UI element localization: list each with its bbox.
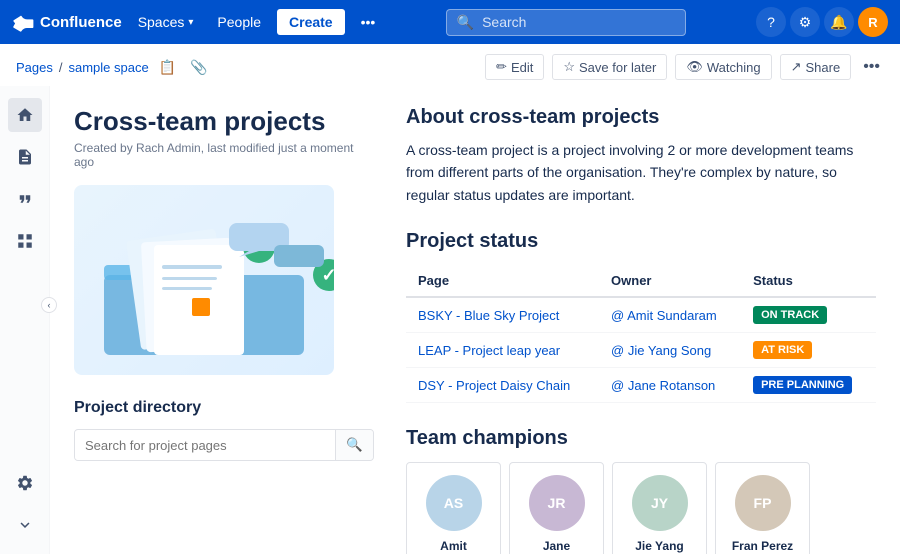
about-title: About cross-team projects [406,106,876,129]
right-content-panel: About cross-team projects A cross-team p… [406,106,876,534]
sidebar-bottom [8,466,42,554]
breadcrumb: Pages / sample space 📋 📎 [16,55,212,80]
attachment-icon[interactable]: 📎 [186,55,211,80]
sidebar-settings-icon[interactable] [8,466,42,500]
project-status-table: Page Owner Status BSKY - Blue Sky Projec… [406,265,876,403]
left-sidebar: ‹ [0,86,50,554]
edit-button[interactable]: ✏ Edit [485,54,544,80]
project-owner: @ Jie Yang Song [599,333,741,368]
team-avatar: JY [632,475,688,531]
search-bar[interactable]: 🔍 Search [446,9,686,36]
confluence-logo-icon [12,11,34,33]
sidebar-grid-icon[interactable] [8,224,42,258]
spaces-menu[interactable]: Spaces ▾ [130,10,202,34]
search-icon: 🔍 [457,14,474,31]
team-avatar: JR [529,475,585,531]
search-submit-icon: 🔍 [346,437,363,452]
left-content-panel: Cross-team projects Created by Rach Admi… [74,106,374,534]
star-icon: ☆ [563,59,575,75]
col-owner: Owner [599,265,741,297]
top-navigation: Confluence Spaces ▾ People Create ••• 🔍 … [0,0,900,44]
sidebar-collapse-button[interactable]: ‹ [41,297,57,313]
team-member-name: Fran Perez [728,539,797,554]
project-status-title: Project status [406,230,876,253]
logo-text: Confluence [40,14,122,31]
content-area: Cross-team projects Created by Rach Admi… [50,86,900,554]
col-page: Page [406,265,599,297]
breadcrumb-pages[interactable]: Pages [16,60,53,75]
settings-button[interactable]: ⚙ [790,7,820,37]
project-page-link[interactable]: LEAP - Project leap year [406,333,599,368]
project-directory-title: Project directory [74,399,374,417]
nav-icons: ? ⚙ 🔔 R [756,7,888,37]
table-row: BSKY - Blue Sky Project @ Amit Sundaram … [406,297,876,333]
breadcrumb-actions: ✏ Edit ☆ Save for later 👁 Watching ↗ Sha… [485,54,884,80]
breadcrumb-separator: / [59,60,63,75]
team-avatar: AS [426,475,482,531]
page-title: Cross-team projects [74,106,374,137]
people-menu[interactable]: People [209,10,269,34]
create-button[interactable]: Create [277,9,345,35]
ellipsis-icon: ••• [361,14,376,30]
page-meta: Created by Rach Admin, last modified jus… [74,141,374,169]
project-search-box: 🔍 [74,429,374,461]
more-actions-button[interactable]: ••• [859,54,884,80]
team-member-card[interactable]: AS Amit Sundaram Design [406,462,501,554]
share-button[interactable]: ↗ Share [780,54,852,80]
logo[interactable]: Confluence [12,11,122,33]
team-member-name: Jie Yang Song [625,539,694,554]
watching-button[interactable]: 👁 Watching [675,54,771,80]
copy-link-icon[interactable]: 📋 [155,55,180,80]
project-search-button[interactable]: 🔍 [335,430,373,460]
user-avatar[interactable]: R [858,7,888,37]
save-for-later-button[interactable]: ☆ Save for later [552,54,667,80]
project-search-input[interactable] [75,431,335,460]
share-icon: ↗ [791,59,802,75]
breadcrumb-bar: Pages / sample space 📋 📎 ✏ Edit ☆ Save f… [0,44,900,86]
project-owner: @ Jane Rotanson [599,368,741,403]
table-row: LEAP - Project leap year @ Jie Yang Song… [406,333,876,368]
hero-illustration: ✓ ✓ [74,185,334,375]
col-status: Status [741,265,876,297]
team-member-card[interactable]: JR Jane Rotanson Dev lead [509,462,604,554]
sidebar-expand-icon[interactable] [8,508,42,542]
team-member-name: Jane Rotanson [522,539,591,554]
help-button[interactable]: ? [756,7,786,37]
eye-icon: 👁 [686,59,703,75]
project-page-link[interactable]: BSKY - Blue Sky Project [406,297,599,333]
more-nav-button[interactable]: ••• [353,10,384,34]
team-member-card[interactable]: JY Jie Yang Song Architect [612,462,707,554]
table-row: DSY - Project Daisy Chain @ Jane Rotanso… [406,368,876,403]
sidebar-home-icon[interactable] [8,98,42,132]
project-status-badge: ON TRACK [741,297,876,333]
team-champions-title: Team champions [406,427,876,450]
illustration-svg: ✓ ✓ [74,185,334,375]
edit-icon: ✏ [496,59,507,75]
team-champions-grid: AS Amit Sundaram Design JR Jane Rotanson… [406,462,876,554]
sidebar-quotes-icon[interactable] [8,182,42,216]
svg-text:✓: ✓ [321,265,334,285]
sidebar-pages-icon[interactable] [8,140,42,174]
breadcrumb-space[interactable]: sample space [69,60,149,75]
about-text: A cross-team project is a project involv… [406,139,876,206]
main-layout: ‹ Cross-team projects Created by Rach Ad… [0,86,900,554]
chevron-down-icon: ▾ [188,17,193,28]
team-member-card[interactable]: FP Fran Perez Quality engineer [715,462,810,554]
notifications-button[interactable]: 🔔 [824,7,854,37]
project-status-badge: AT RISK [741,333,876,368]
project-status-badge: PRE PLANNING [741,368,876,403]
project-owner: @ Amit Sundaram [599,297,741,333]
project-page-link[interactable]: DSY - Project Daisy Chain [406,368,599,403]
team-member-name: Amit Sundaram [419,539,488,554]
team-avatar: FP [735,475,791,531]
